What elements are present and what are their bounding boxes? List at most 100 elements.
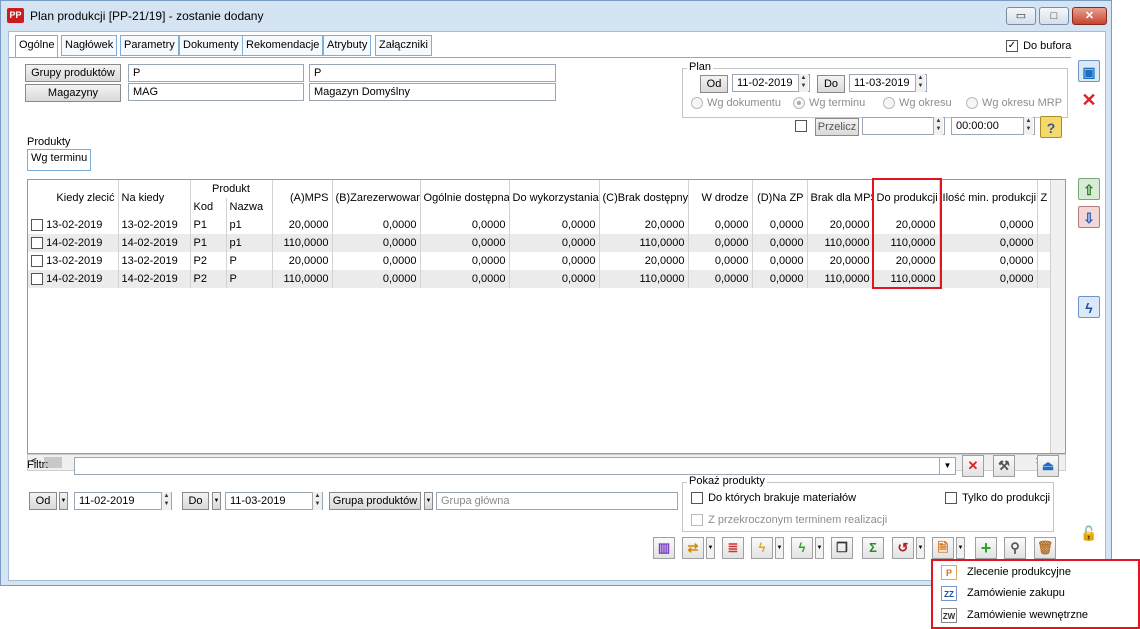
col-zarezerwowana[interactable]: (B)Zarezerwowana [332, 180, 421, 216]
tylko-checkbox-row[interactable]: Tylko do produkcji [945, 492, 1050, 505]
brakuje-checkbox[interactable] [691, 492, 703, 505]
tab-naglowek[interactable]: Nagłówek [61, 35, 118, 56]
collapse-icon[interactable]: ⏏ [1037, 455, 1059, 477]
grupa-dropdown[interactable]: ▼ [424, 492, 433, 510]
bottom-do-spinner[interactable]: ▲ ▼ [312, 492, 322, 510]
col-kiedy-zlecic[interactable]: Kiedy zlecić [28, 180, 119, 216]
col-mps[interactable]: (A)MPS [272, 180, 333, 216]
bottom-do-date[interactable]: 11-03-2019 [225, 492, 323, 510]
exchange-icon[interactable]: ⇄ [682, 537, 704, 559]
tab-wg-terminu[interactable]: Wg terminu [27, 149, 92, 171]
maximize-button[interactable]: □ [1039, 7, 1069, 25]
help-lightning-icon[interactable]: ? [1040, 116, 1062, 138]
przelicz-checkbox[interactable] [795, 120, 807, 132]
magazyn-code-field[interactable]: MAG [128, 83, 304, 101]
plan-do-spinner[interactable]: ▲ ▼ [915, 74, 925, 92]
radio-wg-okresu[interactable]: Wg okresu [883, 97, 952, 110]
filtr-input[interactable] [74, 457, 956, 475]
vertical-scrollbar[interactable] [1050, 180, 1065, 453]
tab-ogolne[interactable]: Ogólne [15, 35, 59, 58]
exchange-dropdown[interactable]: ▼ [706, 537, 715, 559]
bottom-od-button[interactable]: Od [29, 492, 57, 510]
col-ilosc-min[interactable]: Ilość min. produkcji [939, 180, 1038, 216]
col-ogolnie-dostepna[interactable]: Ogólnie dostępna [420, 180, 510, 216]
bottom-do-dropdown[interactable]: ▼ [212, 492, 221, 510]
col-na-kiedy[interactable]: Na kiedy [118, 180, 191, 216]
grupy-produktow-button[interactable]: Grupy produktów [25, 64, 121, 82]
generate-doc-icon[interactable]: 🗎 [932, 537, 954, 559]
minimize-button[interactable]: ▭ [1006, 7, 1036, 25]
plan-od-spinner[interactable]: ▲ ▼ [798, 74, 808, 92]
radio-wg-dokumentu[interactable]: Wg dokumentu [691, 97, 781, 110]
row-checkbox[interactable] [31, 219, 43, 232]
radio-circle [793, 97, 805, 110]
grupy-name-field[interactable]: P [309, 64, 556, 82]
tab-parametry[interactable]: Parametry [120, 35, 179, 56]
przekroczony-checkbox-row[interactable]: Z przekroczonym terminem realizacji [691, 514, 887, 527]
col-kod[interactable]: Kod [190, 198, 227, 216]
lightning-action-icon[interactable]: ϟ [1078, 296, 1100, 318]
export-icon[interactable]: ⇧ [1078, 178, 1100, 200]
radio-wg-okresu-mrp[interactable]: Wg okresu MRP [966, 97, 1062, 110]
cancel-icon[interactable]: ✕ [1078, 89, 1100, 111]
radio-wg-terminu[interactable]: Wg terminu [793, 97, 865, 110]
lightning-dropdown[interactable]: ▼ [775, 537, 784, 559]
magazyny-button[interactable]: Magazyny [25, 84, 121, 102]
przekroczony-checkbox[interactable] [691, 514, 703, 527]
sum-icon[interactable]: Σ [862, 537, 884, 559]
row-checkbox[interactable] [31, 255, 43, 268]
brakuje-checkbox-row[interactable]: Do których brakuje materiałów [691, 492, 856, 505]
do-bufora-checkbox[interactable]: ✓ [1006, 40, 1018, 53]
tylko-checkbox[interactable] [945, 492, 957, 505]
col-w-drodze[interactable]: W drodze [688, 180, 753, 216]
magazyn-name-field[interactable]: Magazyn Domyślny [309, 83, 556, 101]
refresh-icon[interactable]: ↺ [892, 537, 914, 559]
ilosc-min-cell: 0,0000 [939, 252, 1038, 270]
filtr-dropdown-arrow[interactable]: ▼ [939, 458, 955, 474]
tab-atrybuty[interactable]: Atrybuty [323, 35, 372, 56]
green-lightning-dropdown[interactable]: ▼ [815, 537, 824, 559]
generate-doc-dropdown[interactable]: ▼ [956, 537, 965, 559]
bottom-do-button[interactable]: Do [182, 492, 209, 510]
bottom-od-spinner[interactable]: ▲ ▼ [161, 492, 171, 510]
refresh-dropdown[interactable]: ▼ [916, 537, 925, 559]
delete-icon[interactable]: 🗑 [1034, 537, 1056, 559]
lightning-icon[interactable]: ϟ [751, 537, 773, 559]
col-na-zp[interactable]: (D)Na ZP [752, 180, 808, 216]
przelicz-spinner[interactable]: ▲ ▼ [933, 117, 943, 135]
tab-rekomendacje[interactable]: Rekomendacje [242, 35, 324, 56]
chart-icon[interactable]: ▥ [653, 537, 675, 559]
main-window: PP Plan produkcji [PP-21/19] - zostanie … [0, 0, 1112, 586]
close-button[interactable]: ✕ [1072, 7, 1107, 25]
import-icon[interactable]: ⇩ [1078, 206, 1100, 228]
filter-settings-icon[interactable]: ⚒ [993, 455, 1015, 477]
przelicz-button[interactable]: Przelicz [815, 118, 859, 136]
col-produkt[interactable]: Produkt [190, 180, 273, 198]
add-icon[interactable]: + [975, 537, 997, 559]
grupa-field[interactable]: Grupa główna [436, 492, 678, 510]
clear-filter-icon[interactable]: ✕ [962, 455, 984, 477]
radio-circle [966, 97, 978, 110]
tab-dokumenty[interactable]: Dokumenty [179, 35, 243, 56]
col-nazwa[interactable]: Nazwa [226, 198, 273, 216]
lock-icon[interactable]: 🔓 [1078, 522, 1100, 544]
grupa-produktow-button[interactable]: Grupa produktów [329, 492, 421, 510]
col-brak-dostepnych[interactable]: (C)Brak dostępnych [599, 180, 689, 216]
radio-circle [691, 97, 703, 110]
plan-od-button[interactable]: Od [700, 75, 728, 93]
bottom-od-dropdown[interactable]: ▼ [59, 492, 68, 510]
copy-icon[interactable]: ❐ [831, 537, 853, 559]
bottom-od-date[interactable]: 11-02-2019 [74, 492, 172, 510]
tab-zalaczniki[interactable]: Załączniki [375, 35, 432, 56]
col-brak-dla-mps[interactable]: Brak dla MPS [807, 180, 874, 216]
row-checkbox[interactable] [31, 237, 43, 250]
plan-do-button[interactable]: Do [817, 75, 845, 93]
save-icon[interactable]: ▣ [1078, 60, 1100, 82]
row-checkbox[interactable] [31, 273, 43, 286]
search-icon[interactable]: ⚲ [1004, 537, 1026, 559]
time-spinner[interactable]: ▲ ▼ [1023, 117, 1033, 135]
col-do-wykorzystania[interactable]: Do wykorzystania [509, 180, 600, 216]
grupy-code-field[interactable]: P [128, 64, 304, 82]
green-lightning-icon[interactable]: ϟ [791, 537, 813, 559]
list-icon[interactable]: ≣ [722, 537, 744, 559]
